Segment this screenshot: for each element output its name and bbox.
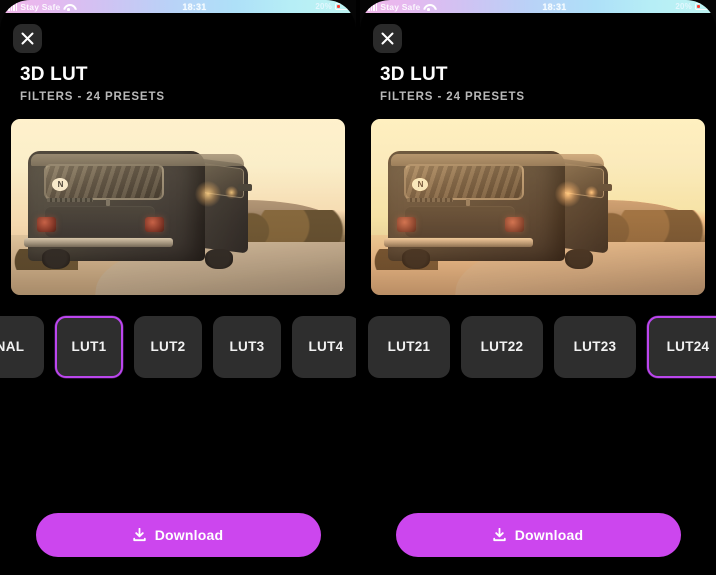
preset-chip-lut2[interactable]: LUT2 <box>134 315 202 378</box>
battery-low-icon <box>695 3 710 10</box>
status-bar-left: Stay Safe <box>0 2 73 12</box>
download-button-label: Download <box>514 527 584 543</box>
preset-chip-original[interactable]: NAL <box>0 315 44 378</box>
status-bar-right: 20% <box>675 2 716 11</box>
page-title: 3D LUT <box>380 64 448 85</box>
signal-bars-icon <box>8 3 18 11</box>
phone-screenshot-left: Stay Safe 18:31 20% 3D LUT FILTERS - 24 … <box>0 0 356 575</box>
download-button-label: Download <box>154 527 224 543</box>
wheel-left <box>41 249 71 270</box>
download-icon <box>133 528 146 542</box>
phone-screenshot-right: Stay Safe 18:31 20% 3D LUT FILTERS - 24 … <box>360 0 716 575</box>
vw-bus: N <box>24 150 253 270</box>
page-subtitle: FILTERS - 24 PRESETS <box>380 90 525 103</box>
preview-image: N <box>11 118 345 295</box>
preset-chip-lut21[interactable]: LUT21 <box>368 315 450 378</box>
close-button[interactable] <box>13 24 42 53</box>
bus-vent <box>407 198 454 203</box>
taillight-right <box>504 217 524 232</box>
vw-bus: N <box>384 150 613 270</box>
taillight-right <box>144 217 164 232</box>
preset-label: LUT21 <box>387 339 431 355</box>
preset-label: LUT3 <box>229 339 265 355</box>
status-bar-clock: 18:31 <box>542 1 567 12</box>
preset-chip-lut24[interactable]: LUT24 <box>647 315 716 378</box>
preset-chip-lut1[interactable]: LUT1 <box>55 315 123 378</box>
phone-screen: Stay Safe 18:31 20% 3D LUT FILTERS - 24 … <box>0 0 356 575</box>
header-titles: 3D LUT FILTERS - 24 PRESETS <box>360 53 716 103</box>
taillight-left <box>36 217 56 232</box>
download-icon <box>493 528 506 542</box>
preview-photo: N <box>371 118 705 295</box>
carrier-label: Stay Safe <box>380 1 421 12</box>
preview-photo: N <box>11 118 345 295</box>
close-button[interactable] <box>373 24 402 53</box>
bus-bumper <box>24 238 173 248</box>
close-icon <box>381 32 394 45</box>
status-bar-right: 20% <box>315 2 356 11</box>
wheel-left <box>401 249 431 270</box>
preset-strip[interactable]: NAL LUT1 LUT2 LUT3 LUT4 <box>0 313 356 381</box>
signal-bars-icon <box>368 3 378 11</box>
status-bar: Stay Safe 18:31 20% <box>360 0 716 13</box>
comparison-stage: Stay Safe 18:31 20% 3D LUT FILTERS - 24 … <box>0 0 716 575</box>
preset-label: LUT1 <box>71 339 107 355</box>
download-area: Download <box>360 513 716 557</box>
preset-strip[interactable]: LUT21 LUT22 LUT23 LUT24 <box>360 313 716 381</box>
battery-percent-label: 20% <box>675 2 692 11</box>
wheel-right <box>204 249 234 270</box>
bus-vent <box>47 198 94 203</box>
preset-chip-lut3[interactable]: LUT3 <box>213 315 281 378</box>
bus-bumper <box>384 238 533 248</box>
bus-mirror <box>238 183 253 191</box>
preview-image: N <box>371 118 705 295</box>
wheel-right <box>564 249 594 270</box>
page-title: 3D LUT <box>20 64 88 85</box>
page-subtitle: FILTERS - 24 PRESETS <box>20 90 165 103</box>
preset-label: LUT23 <box>573 339 617 355</box>
close-icon <box>21 32 34 45</box>
preset-label: LUT24 <box>666 339 710 355</box>
status-bar: Stay Safe 18:31 20% <box>0 0 356 13</box>
wifi-icon <box>63 3 73 11</box>
preset-label: LUT2 <box>150 339 186 355</box>
bus-mirror <box>598 183 613 191</box>
bus-hatch <box>45 206 156 238</box>
bus-hatch <box>405 206 516 238</box>
wifi-icon <box>423 3 433 11</box>
phone-screen: Stay Safe 18:31 20% 3D LUT FILTERS - 24 … <box>360 0 716 575</box>
preset-chip-lut4[interactable]: LUT4 <box>292 315 356 378</box>
download-button[interactable]: Download <box>35 513 321 557</box>
battery-percent-label: 20% <box>315 2 332 11</box>
download-button[interactable]: Download <box>395 513 681 557</box>
preset-label: LUT22 <box>480 339 524 355</box>
battery-low-icon <box>335 3 350 10</box>
status-bar-clock: 18:31 <box>182 1 207 12</box>
preset-chip-lut23[interactable]: LUT23 <box>554 315 636 378</box>
status-bar-left: Stay Safe <box>360 2 433 12</box>
taillight-left <box>396 217 416 232</box>
preset-label: LUT4 <box>308 339 344 355</box>
carrier-label: Stay Safe <box>20 1 61 12</box>
header-titles: 3D LUT FILTERS - 24 PRESETS <box>0 53 356 103</box>
preset-label: NAL <box>0 339 25 355</box>
download-area: Download <box>0 513 356 557</box>
preset-chip-lut22[interactable]: LUT22 <box>461 315 543 378</box>
